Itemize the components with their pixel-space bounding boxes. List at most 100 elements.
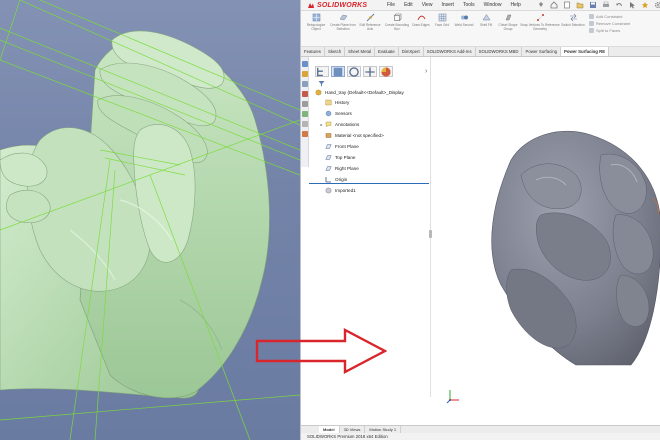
view-palette-icon[interactable] [302,91,308,97]
tree-root-part[interactable]: Hand_tray (Default<<Default>_Display [315,88,404,97]
cmd-weld-second[interactable]: Weld Second [453,13,475,27]
rollback-bar[interactable] [309,183,429,184]
plane-icon [325,144,332,149]
cmd-face-grid[interactable]: Face Grid [432,13,452,27]
cmd-switch-selection[interactable]: Switch Selection [561,13,585,27]
tab-sketch[interactable]: Sketch [325,47,346,56]
tab-dimxpert[interactable]: DimXpert [399,47,424,56]
coordinate-triad-icon [446,390,459,404]
command-manager: Retopologize Object Create Plane from Se… [301,11,660,47]
tab-power-surfacing[interactable]: Power Surfacing [522,47,562,56]
tab-solidworks-add-ins[interactable]: SOLIDWORKS Add-Ins [424,47,476,56]
cmd-chisel-shape-group[interactable]: Chisel Shape Group [497,13,519,31]
weld-icon [460,15,468,20]
expand-arrow-icon[interactable]: ▸ [319,122,324,127]
annotations-icon [325,121,332,128]
part-icon [315,89,322,96]
remove-constraint-icon [589,21,594,26]
new-document-icon[interactable] [563,1,571,9]
tab-3d-views[interactable]: 3D Views [340,426,366,433]
menu-window[interactable]: Window [484,1,502,10]
custom-properties-icon[interactable] [302,111,308,117]
retopologize-icon [312,13,320,22]
pin-icon[interactable] [537,1,545,9]
select-arrow-icon[interactable] [628,1,636,9]
menu-edit[interactable]: Edit [404,1,413,10]
origin-icon [325,177,331,183]
tree-item-right-plane[interactable]: Right Plane [319,164,359,173]
file-explorer-icon[interactable] [302,81,308,87]
tab-evaluate[interactable]: Evaluate [375,47,399,56]
manager-panel-tabs [315,66,393,77]
home-icon[interactable] [550,1,558,9]
tab-solidworks-mbd[interactable]: SOLIDWORKS MBD [476,47,523,56]
rebuild-icon[interactable] [641,1,649,9]
menu-bar: File Edit View Insert Tools Window Help [387,1,521,10]
plane-from-selection-icon [339,14,347,21]
feature-tree-icon [317,67,323,76]
constraint-commands: Add Constraint Remove Constraint Split t… [589,13,660,34]
tab-features[interactable]: Features [301,47,325,56]
tab-sheet-metal[interactable]: Sheet Metal [345,47,376,56]
panel-splitter-handle[interactable] [429,230,432,238]
cmd-draw-edges[interactable]: Draw Edges [411,13,431,27]
menu-help[interactable]: Help [510,1,520,10]
remove-constraint-button[interactable]: Remove Constraint [589,20,660,27]
menu-file[interactable]: File [387,1,395,10]
print-icon[interactable] [602,1,610,9]
panel-expand-arrow-icon[interactable]: › [425,68,427,75]
tree-item-annotations[interactable]: ▸ Annotations [319,120,359,129]
save-icon[interactable] [589,1,597,9]
tree-item-front-plane[interactable]: Front Plane [319,142,359,151]
filter-icon[interactable] [318,80,325,87]
menu-insert[interactable]: Insert [441,1,454,10]
tab-motion-study-1[interactable]: Motion Study 1 [365,426,402,433]
tree-item-material[interactable]: Material <not specified> [319,131,384,140]
tab-display-manager[interactable] [379,66,393,77]
tab-power-surfacing-re[interactable]: Power Surfacing RE [561,47,610,56]
appearances-icon[interactable] [302,101,308,107]
conversion-arrow-icon [255,328,387,374]
tree-item-top-plane[interactable]: Top Plane [319,153,355,162]
material-icon [325,133,332,138]
tree-item-history[interactable]: History [319,98,349,107]
split-to-faces-icon [589,28,594,33]
cmd-create-plane-from-selection[interactable]: Create Plane from Selection [330,13,356,31]
plane-icon [325,155,332,160]
cmd-shell-fill[interactable]: Shell Fill [476,13,496,27]
tab-feature-manager[interactable] [315,66,329,77]
quick-access-toolbar [537,1,660,9]
tab-model[interactable]: Model [319,426,340,433]
add-constraint-button[interactable]: Add Constraint [589,13,660,20]
tree-item-sensors[interactable]: Sensors [319,109,352,118]
split-to-faces-button[interactable]: Split to Faces [589,27,660,34]
mesh-hands-render [0,0,300,440]
cmd-snap-vertices[interactable]: Snap Vertices To Reference Geometry [520,13,560,31]
design-library-icon[interactable] [302,71,308,77]
cmd-retopologize-object[interactable]: Retopologize Object [303,13,329,31]
solidworks-logo[interactable]: SOLIDWORKS [307,1,367,10]
shell-fill-icon [482,14,490,21]
cmd-create-bounding-box[interactable]: Create Bounding Box [384,13,410,31]
history-icon [325,99,332,106]
undo-icon[interactable] [615,1,623,9]
snap-vertices-icon [536,14,544,21]
cmd-edit-reference-axis[interactable]: Edit Reference Axis [357,13,383,31]
menu-view[interactable]: View [422,1,433,10]
open-folder-icon[interactable] [576,1,584,9]
title-bar: SOLIDWORKS File Edit View Insert Tools W… [301,0,660,11]
display-manager-icon[interactable] [302,131,308,137]
mesh-viewport[interactable] [0,0,300,440]
model-view-tabs: Model 3D Views Motion Study 1 [301,425,660,433]
menu-tools[interactable]: Tools [463,1,475,10]
status-text: SOLIDWORKS Premium 2018 x64 Edition [307,434,388,439]
resources-icon[interactable] [302,61,308,67]
face-grid-icon [438,13,446,22]
tree-item-imported1[interactable]: Imported1 [319,186,356,195]
tab-dimxpert-manager[interactable] [363,66,377,77]
forum-icon[interactable] [302,121,308,127]
tab-property-manager[interactable] [331,66,345,77]
panel-separator [430,57,431,397]
tab-configuration-manager[interactable] [347,66,361,77]
options-gear-icon[interactable] [654,1,660,9]
